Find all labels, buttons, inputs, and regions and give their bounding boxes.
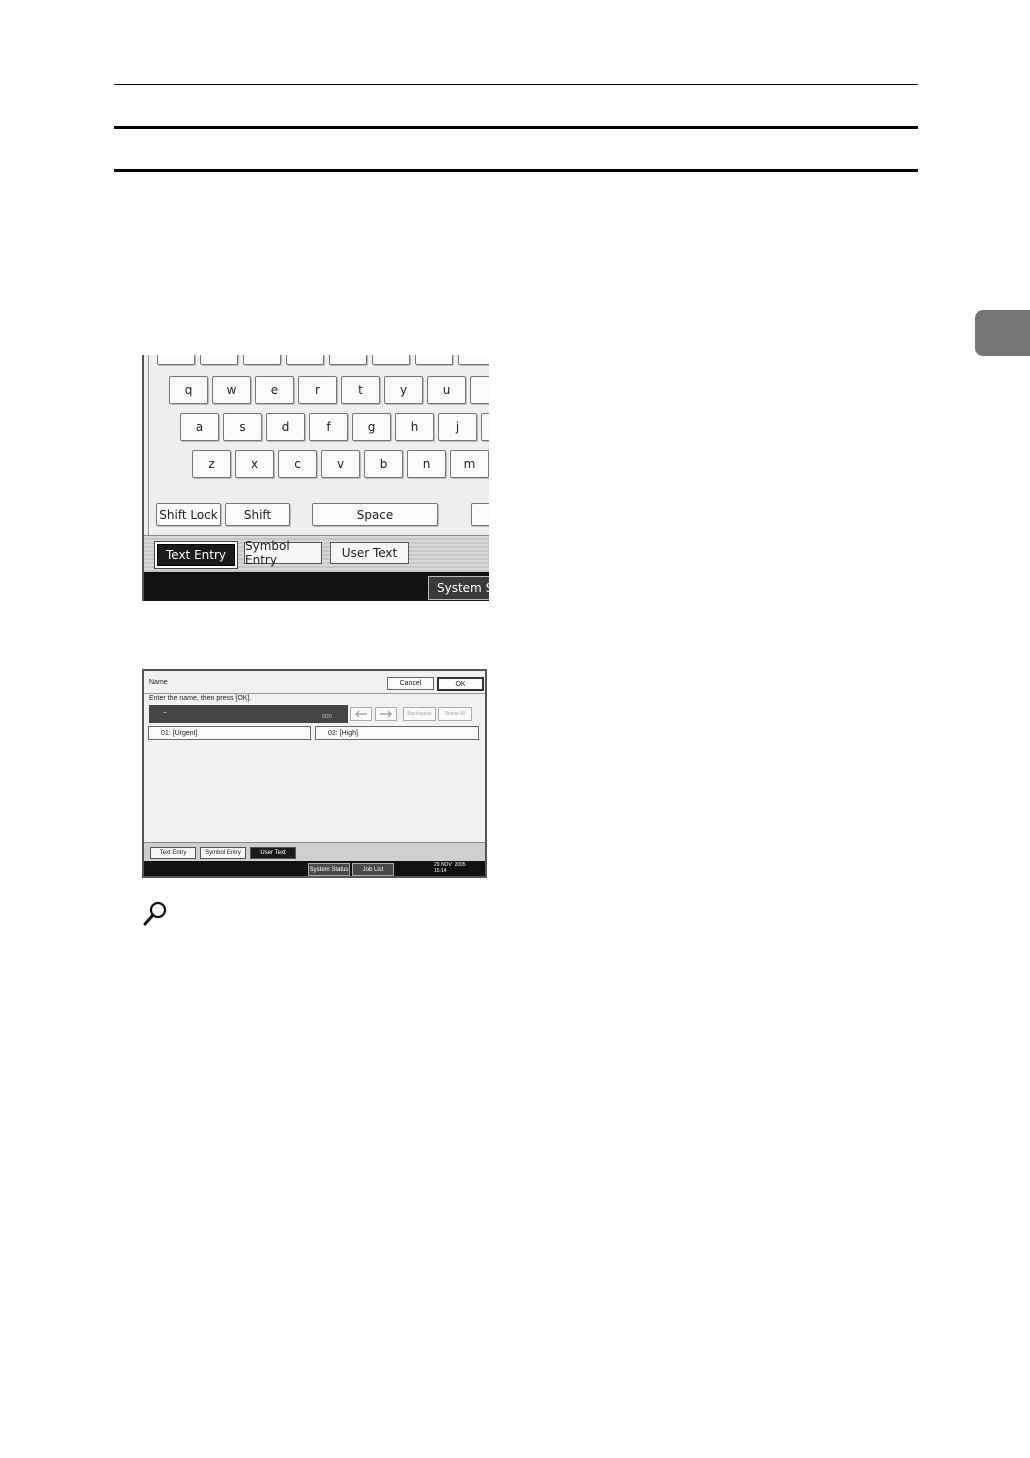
key-b[interactable]: b: [364, 450, 403, 478]
key-f[interactable]: f: [309, 413, 348, 441]
arrow-right-icon: [380, 710, 392, 718]
key-z[interactable]: z: [192, 450, 231, 478]
key-h[interactable]: h: [395, 413, 434, 441]
keyboard-screenshot: q w e r t y u a s d f g h j z x c v b n …: [142, 355, 489, 601]
entry-tab-strip: Text Entry Symbol Entry User Text: [144, 842, 485, 861]
key-e[interactable]: e: [255, 376, 294, 404]
key-c[interactable]: c: [278, 450, 317, 478]
arrow-left-icon: [355, 710, 367, 718]
name-input-field[interactable]: – 0/20: [149, 705, 348, 723]
key-s[interactable]: s: [223, 413, 262, 441]
key-g[interactable]: g: [352, 413, 391, 441]
system-status-button[interactable]: System Statu: [428, 576, 489, 600]
user-text-item-01[interactable]: 01: [Urgent]: [148, 726, 311, 740]
instruction-text: Enter the name, then press [OK].: [149, 695, 252, 702]
status-bar: System Statu: [144, 572, 489, 601]
key-v[interactable]: v: [321, 450, 360, 478]
key-t[interactable]: t: [341, 376, 380, 404]
key-w[interactable]: w: [212, 376, 251, 404]
key-y[interactable]: y: [384, 376, 423, 404]
key-number-partial[interactable]: [329, 355, 367, 365]
cancel-button[interactable]: Cancel: [387, 677, 434, 690]
key-x[interactable]: x: [235, 450, 274, 478]
key-number-partial[interactable]: [243, 355, 281, 365]
tab-user-text[interactable]: User Text: [330, 542, 409, 564]
key-number-partial[interactable]: [200, 355, 238, 365]
cursor-left-button[interactable]: [350, 707, 372, 721]
key-m[interactable]: m: [450, 450, 489, 478]
delete-all-button[interactable]: Delete All: [438, 707, 472, 721]
key-q[interactable]: q: [169, 376, 208, 404]
shift-lock-button[interactable]: Shift Lock: [156, 503, 221, 526]
input-cursor: –: [163, 709, 167, 716]
system-status-button[interactable]: System Status: [308, 863, 350, 876]
panel-edge: [148, 355, 149, 545]
key-r[interactable]: r: [298, 376, 337, 404]
magnifier-icon: [143, 901, 167, 926]
backspace-button[interactable]: Backspace: [403, 707, 436, 721]
screen-title: Name: [149, 679, 168, 686]
key-number-partial[interactable]: [415, 355, 453, 365]
time-text: 15:14: [434, 868, 447, 874]
key-i-partial[interactable]: [470, 376, 489, 404]
tab-symbol-entry[interactable]: Symbol Entry: [200, 847, 246, 859]
entry-tab-strip: Text Entry Symbol Entry User Text: [144, 535, 489, 572]
job-list-button[interactable]: Job List: [352, 863, 394, 876]
header-thin-rule: [114, 84, 918, 85]
title-divider: [144, 693, 485, 694]
key-j[interactable]: j: [438, 413, 477, 441]
status-bar: System Status Job List 29 NOV 2005 15:14: [144, 861, 485, 876]
cursor-right-button[interactable]: [375, 707, 397, 721]
ok-button[interactable]: OK: [437, 677, 484, 691]
tab-user-text[interactable]: User Text: [250, 847, 296, 859]
key-number-partial[interactable]: [286, 355, 324, 365]
key-k-partial[interactable]: [481, 413, 489, 441]
key-d[interactable]: d: [266, 413, 305, 441]
date-time-readout: 29 NOV 2005 15:14: [434, 862, 466, 874]
name-entry-screenshot: Name Cancel OK Enter the name, then pres…: [142, 669, 487, 878]
section-top-rule: [114, 126, 918, 129]
tab-text-entry[interactable]: Text Entry: [157, 544, 235, 566]
user-text-item-02[interactable]: 02: [High]: [315, 726, 479, 740]
shift-button[interactable]: Shift: [225, 503, 290, 526]
key-u[interactable]: u: [427, 376, 466, 404]
key-n[interactable]: n: [407, 450, 446, 478]
key-partial-right[interactable]: [471, 503, 489, 526]
key-number-partial[interactable]: [372, 355, 410, 365]
chapter-thumb-tab: [975, 310, 1030, 356]
tab-symbol-entry[interactable]: Symbol Entry: [244, 539, 322, 567]
key-number-partial[interactable]: [157, 355, 195, 365]
key-a[interactable]: a: [180, 413, 219, 441]
space-button[interactable]: Space: [312, 503, 438, 526]
key-number-partial[interactable]: [458, 355, 489, 365]
char-counter: 0/20: [322, 714, 332, 720]
section-bottom-rule: [114, 169, 918, 172]
tab-text-entry[interactable]: Text Entry: [150, 847, 196, 859]
